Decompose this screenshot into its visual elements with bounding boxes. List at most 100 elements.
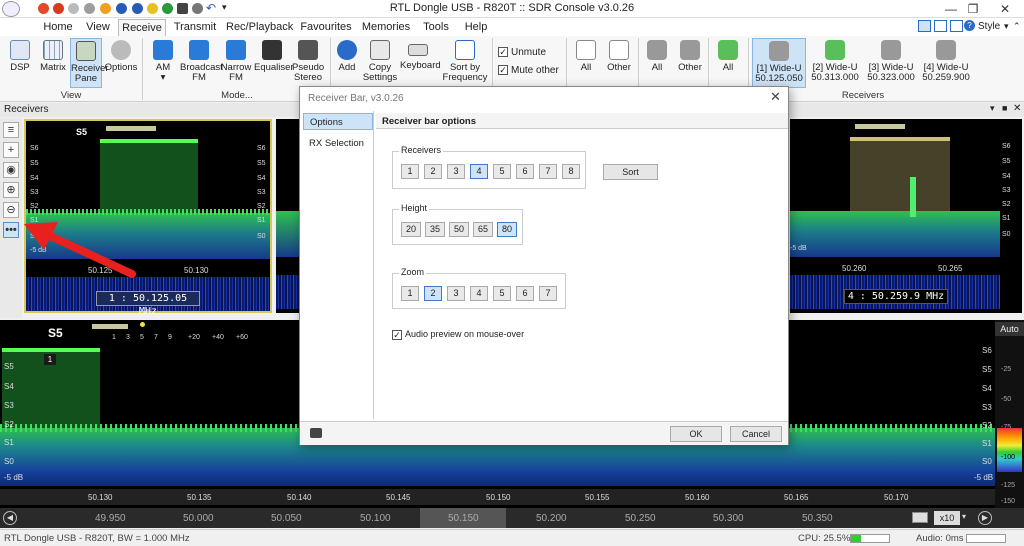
mute-all-button[interactable]: All — [642, 38, 672, 88]
rx1-vfo-display[interactable]: 1 : 50.125.05 MHz — [96, 291, 200, 317]
tab-favourites[interactable]: Favourites — [298, 19, 354, 36]
receivers-option-4[interactable]: 4 — [470, 164, 488, 179]
pseudo-stereo-button[interactable]: Pseudo Stereo — [292, 38, 324, 88]
menu-icon[interactable]: ≡ — [3, 122, 19, 138]
audio-preview-checkbox[interactable]: ✓ Audio preview on mouse-over — [392, 329, 524, 340]
receiver-4-panel[interactable]: S6 S5 S4 S3 S2 S1 S0 -5 dB 50.260 50.265… — [790, 119, 1022, 313]
receivers-option-1[interactable]: 1 — [401, 164, 419, 179]
tab-help[interactable]: Help — [460, 19, 492, 36]
receivers-option-5[interactable]: 5 — [493, 164, 511, 179]
more-options-icon[interactable]: ••• — [3, 222, 19, 238]
narrow-fm-button[interactable]: Narrow FM — [220, 38, 252, 88]
rx4-vfo-display[interactable]: 4 : 50.259.9 MHz — [844, 289, 948, 304]
matrix-button[interactable]: Matrix — [38, 38, 68, 88]
receiver-2-panel[interactable] — [276, 119, 300, 313]
ok-button[interactable]: OK — [670, 426, 722, 442]
remove-all-button[interactable]: All — [572, 38, 600, 88]
sort-by-frequency-button[interactable]: Sort by Frequency — [442, 38, 488, 88]
height-option-20[interactable]: 20 — [401, 222, 421, 237]
unmute-checkbox[interactable]: ✓ Unmute — [498, 47, 546, 58]
unmute-all-button[interactable]: All — [712, 38, 744, 88]
restore-button[interactable]: ❐ — [958, 0, 988, 18]
dialog-close-icon[interactable]: ✕ — [770, 89, 781, 105]
receivers-option-7[interactable]: 7 — [539, 164, 557, 179]
zoom-in-icon[interactable]: ⊕ — [3, 182, 19, 198]
mute-other-button[interactable]: Other — [674, 38, 706, 88]
copy-settings-button[interactable]: Copy Settings — [362, 38, 398, 88]
receivers-option-2[interactable]: 2 — [424, 164, 442, 179]
receivers-option-8[interactable]: 8 — [562, 164, 580, 179]
am-dropdown-icon: ▾ — [160, 72, 166, 83]
layout-icon-1[interactable] — [918, 20, 931, 32]
tab-rec-playback[interactable]: Rec/Playback — [226, 19, 293, 36]
tab-view[interactable]: View — [80, 19, 116, 36]
dsp-button[interactable]: DSP — [6, 38, 34, 88]
frequency-ruler[interactable]: ◀ 49.950 50.000 50.050 50.100 50.150 50.… — [0, 508, 1024, 528]
tab-tools[interactable]: Tools — [418, 19, 454, 36]
speaker-muted-icon — [647, 40, 667, 60]
auto-button[interactable]: Auto — [995, 322, 1024, 336]
am-button[interactable]: AM ▾ — [148, 38, 178, 88]
zoom-dropdown-icon[interactable]: ▾ — [962, 512, 966, 521]
style-menu[interactable]: Style — [978, 21, 1000, 32]
zoom-option-6[interactable]: 6 — [516, 286, 534, 301]
zoom-out-icon[interactable]: ⊖ — [3, 202, 19, 218]
receiver-pane-button[interactable]: Receiver Pane — [70, 38, 109, 88]
speaker-icon[interactable]: ◉ — [3, 162, 19, 178]
remove-other-button[interactable]: Other — [604, 38, 634, 88]
help-icon[interactable]: ? — [964, 20, 975, 31]
main-rx-marker[interactable]: 1 — [44, 354, 56, 365]
receivers-option-6[interactable]: 6 — [516, 164, 534, 179]
options-button[interactable]: Options — [104, 38, 138, 88]
main-right-scale: S0 — [982, 457, 992, 466]
close-button[interactable]: ✕ — [990, 0, 1020, 18]
height-fieldset: Height 20 35 50 65 80 — [392, 203, 523, 245]
camera-icon[interactable] — [310, 428, 322, 438]
keyboard-icon[interactable] — [912, 512, 928, 523]
receiver-2-button[interactable]: [2] Wide-U 50.313.000 — [808, 38, 862, 88]
zoom-option-4[interactable]: 4 — [470, 286, 488, 301]
pane-pin-icon[interactable]: ■ — [1002, 103, 1007, 113]
height-option-35[interactable]: 35 — [425, 222, 445, 237]
tab-receive[interactable]: Receive — [118, 19, 166, 36]
scroll-left-icon[interactable]: ◀ — [3, 511, 17, 525]
main-level-dot — [140, 322, 145, 327]
rx4-scale-label: S2 — [1002, 201, 1011, 208]
nav-options[interactable]: Options — [303, 113, 373, 130]
mute-other-checkbox[interactable]: ✓ Mute other — [498, 65, 559, 76]
style-dropdown-icon[interactable]: ▾ — [1004, 21, 1009, 32]
layout-icon-3[interactable] — [950, 20, 963, 32]
ribbon-collapse-icon[interactable]: ⌃ — [1013, 21, 1021, 32]
zoom-option-1[interactable]: 1 — [401, 286, 419, 301]
add-button[interactable]: Add — [334, 38, 360, 88]
keyboard-button[interactable]: Keyboard — [400, 38, 441, 88]
equaliser-button[interactable]: Equaliser — [254, 38, 294, 88]
receiver-1-button[interactable]: [1] Wide-U 50.125.050 — [752, 38, 806, 88]
scroll-right-icon[interactable]: ▶ — [978, 511, 992, 525]
tab-transmit[interactable]: Transmit — [170, 19, 220, 36]
zoom-option-2[interactable]: 2 — [424, 286, 442, 301]
nav-rx-selection[interactable]: RX Selection — [303, 135, 373, 152]
receiver-3-button[interactable]: [3] Wide-U 50.323.000 — [864, 38, 918, 88]
broadcast-fm-button[interactable]: Broadcast FM — [180, 38, 223, 88]
zoom-option-3[interactable]: 3 — [447, 286, 465, 301]
zoom-selector[interactable]: x10 — [934, 511, 960, 525]
receivers-option-3[interactable]: 3 — [447, 164, 465, 179]
layout-icon-2[interactable] — [934, 20, 947, 32]
cancel-button[interactable]: Cancel — [730, 426, 782, 442]
sort-button[interactable]: Sort — [603, 164, 658, 180]
level-meter[interactable]: Auto -25 -50 -75 -100 -125 -150 — [995, 320, 1024, 508]
add-icon[interactable]: + — [3, 142, 19, 158]
height-option-65[interactable]: 65 — [473, 222, 493, 237]
tab-home[interactable]: Home — [38, 19, 78, 36]
height-option-80[interactable]: 80 — [497, 222, 517, 237]
main-left-scale: S3 — [4, 401, 14, 410]
tab-memories[interactable]: Memories — [360, 19, 412, 36]
zoom-option-7[interactable]: 7 — [539, 286, 557, 301]
receiver-1-panel[interactable]: S5 S6 S5 S4 S3 S2 S1 S0 -5 dB S6 S5 S4 S… — [24, 119, 272, 317]
pane-dropdown-icon[interactable]: ▾ — [990, 103, 995, 114]
height-option-50[interactable]: 50 — [449, 222, 469, 237]
receiver-4-button[interactable]: [4] Wide-U 50.259.900 — [918, 38, 974, 88]
pane-close-icon[interactable]: ✕ — [1013, 103, 1021, 114]
zoom-option-5[interactable]: 5 — [493, 286, 511, 301]
